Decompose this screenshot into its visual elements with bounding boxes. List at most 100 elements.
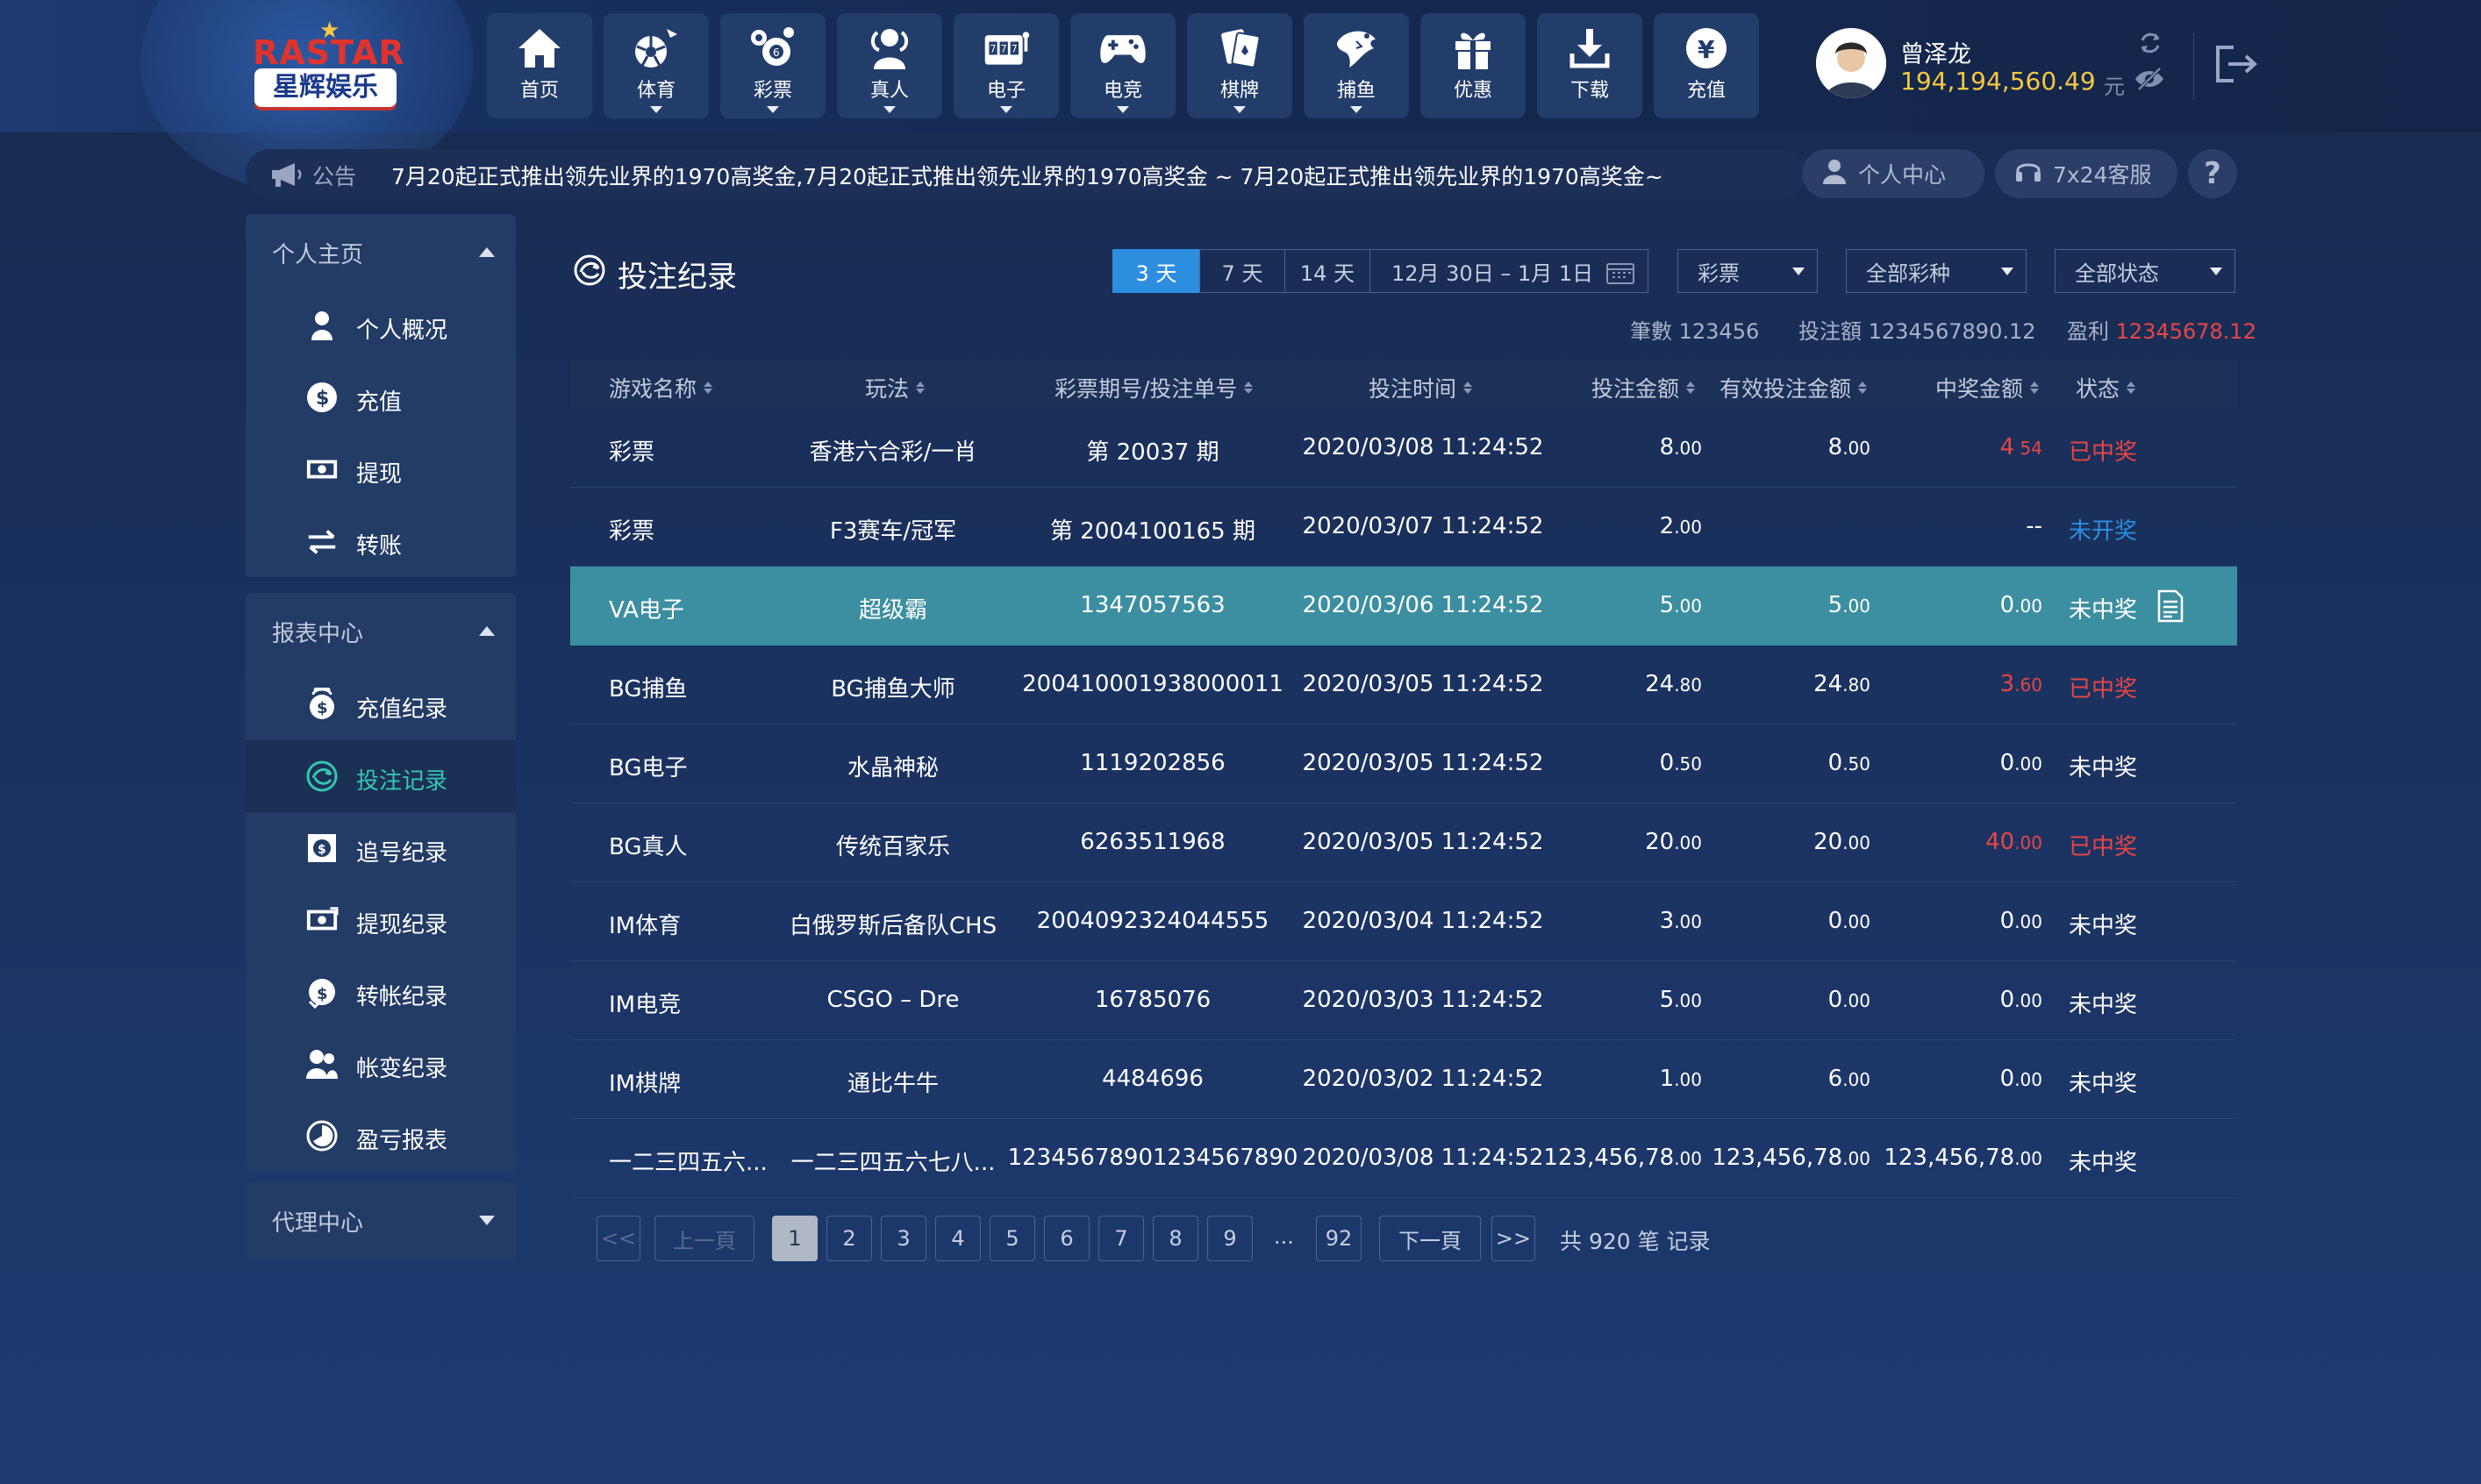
nav-item-download[interactable]: 下载 — [1537, 13, 1642, 118]
page-button-4[interactable]: 4 — [935, 1216, 981, 1261]
page-button-last[interactable]: 92 — [1316, 1216, 1362, 1261]
table-row[interactable]: BG捕鱼 BG捕鱼大师 200410001938000011 2020/03/05 1… — [570, 646, 2237, 724]
cell-valid-bet: 5.00 — [1828, 592, 1870, 618]
status-select[interactable]: 全部状态 — [2055, 249, 2235, 293]
column-header-game[interactable]: 游戏名称 — [609, 372, 713, 403]
sidebar-item-bet-records[interactable]: 投注记录 — [246, 740, 516, 812]
cell-bet-amount-integer: 0 — [1659, 750, 1675, 776]
nav-item-home[interactable]: 首页 — [487, 13, 592, 118]
chevron-down-icon — [1233, 106, 1246, 113]
cell-status: 已中奖 — [2069, 676, 2138, 703]
cell-bet-amount-integer: 8 — [1659, 434, 1675, 460]
page-button-3[interactable]: 3 — [881, 1216, 926, 1261]
support-button[interactable]: 7x24客服 — [1995, 149, 2177, 198]
nav-item-slots[interactable]: 777 电子 — [954, 13, 1059, 118]
table-row[interactable]: IM棋牌 通比牛牛 4484696 2020/03/02 11:24:52 1.00 6.… — [570, 1040, 2237, 1119]
document-icon[interactable] — [2156, 589, 2184, 626]
cell-valid-bet-decimal: .00 — [1842, 1069, 1870, 1090]
nav-item-promo[interactable]: 优惠 — [1420, 13, 1526, 118]
personal-center-button[interactable]: 个人中心 — [1802, 149, 1984, 198]
range-tab-7d[interactable]: 7 天 — [1199, 249, 1285, 293]
table-row[interactable]: 彩票 F3赛车/冠军 第 2004100165 期 2020/03/07 11:24:… — [570, 488, 2237, 567]
page-button-6[interactable]: 6 — [1044, 1216, 1090, 1261]
avatar[interactable] — [1816, 28, 1886, 98]
cell-valid-bet-decimal: .00 — [1842, 911, 1870, 932]
sidebar-section-header[interactable]: 代理中心 — [246, 1182, 516, 1258]
nav-item-recharge[interactable]: ¥ 充值 — [1654, 13, 1759, 118]
column-header-bet-amount[interactable]: 投注金额 — [1591, 372, 1696, 403]
nav-item-live[interactable]: 真人 — [837, 13, 942, 118]
table-row[interactable]: BG真人 传统百家乐 6263511968 2020/03/05 11:24:52 20… — [570, 803, 2237, 882]
table-row[interactable]: 彩票 香港六合彩/一肖 第 20037 期 2020/03/08 11:24:52 8.… — [570, 409, 2237, 488]
sidebar-item-profit-report[interactable]: 盈亏报表 — [246, 1100, 516, 1172]
page-button-7[interactable]: 7 — [1098, 1216, 1144, 1261]
sidebar-item-balance-change-records[interactable]: 帐变纪录 — [246, 1028, 516, 1100]
column-header-play[interactable]: 玩法 — [865, 372, 926, 403]
refresh-icon[interactable] — [2137, 30, 2163, 60]
page-button-1[interactable]: 1 — [772, 1216, 818, 1261]
table-row[interactable]: BG电子 水晶神秘 1119202856 2020/03/05 11:24:52 0.5… — [570, 724, 2237, 803]
lottery-select[interactable]: 全部彩种 — [1846, 249, 2027, 293]
cell-bet-amount-decimal: .00 — [1674, 596, 1702, 617]
cell-bet-amount-decimal: .00 — [1674, 911, 1702, 932]
gamepad-icon — [1098, 24, 1148, 73]
cell-valid-bet-decimal: .80 — [1842, 674, 1870, 696]
table-row[interactable]: IM电竞 CSGO – Dre 16785076 2020/03/03 11:24:5… — [570, 961, 2237, 1040]
column-header-win-amount[interactable]: 中奖金额 — [1935, 372, 2040, 403]
notice-text[interactable]: 7月20起正式推出领先业界的1970高奖金,7月20起正式推出领先业界的1970… — [391, 160, 1663, 191]
cash-icon — [305, 453, 339, 486]
range-tab-3d[interactable]: 3 天 — [1112, 249, 1200, 293]
nav-item-esports[interactable]: 电竞 — [1070, 13, 1176, 118]
cell-win-amount-integer: 0 — [1999, 908, 2015, 934]
column-header-label: 玩法 — [865, 376, 910, 402]
column-header-issue[interactable]: 彩票期号/投注单号 — [1055, 372, 1254, 403]
nav-item-sports[interactable]: 体育 — [604, 13, 709, 118]
help-button[interactable]: ? — [2188, 149, 2237, 198]
brand-logo[interactable]: ★ RASTAR 星辉娱乐 — [253, 18, 404, 107]
cell-bet-amount-integer: 3 — [1659, 908, 1675, 934]
sidebar-item-transfer-records[interactable]: $ 转帐纪录 — [246, 956, 516, 1028]
cell-win-amount: 0.00 — [2000, 750, 2042, 776]
next-page-button[interactable]: 下一頁 — [1379, 1216, 1481, 1261]
column-header-time[interactable]: 投注时间 — [1369, 372, 1473, 403]
cell-play-type: 水晶神秘 — [847, 755, 940, 781]
sidebar-item-withdraw-records[interactable]: 提现纪录 — [246, 884, 516, 956]
page-button-9[interactable]: 9 — [1207, 1216, 1253, 1261]
cell-status: 未开奖 — [2069, 518, 2138, 545]
slot-machine-icon: 777 — [982, 24, 1031, 73]
table-row[interactable]: 一二三四五六... 一二三四五六七八... 12345678901234567890… — [570, 1119, 2237, 1198]
sidebar-item-transfer[interactable]: 转账 — [246, 505, 516, 577]
sidebar-item-label: 转账 — [356, 533, 403, 560]
sidebar-section-header[interactable]: 个人主页 — [246, 214, 516, 289]
nav-item-lottery[interactable]: 6 彩票 — [720, 13, 826, 118]
first-page-button[interactable]: << — [597, 1216, 640, 1261]
date-range-picker[interactable]: 12月 30日 – 1月 1日 — [1369, 249, 1648, 293]
sidebar-item-overview[interactable]: 个人概况 — [246, 289, 516, 361]
range-tab-14d[interactable]: 14 天 — [1284, 249, 1370, 293]
sidebar-item-recharge[interactable]: $ 充值 — [246, 361, 516, 433]
column-header-label: 彩票期号/投注单号 — [1055, 376, 1238, 402]
logout-icon[interactable] — [2214, 44, 2258, 88]
hide-balance-icon[interactable] — [2134, 67, 2165, 95]
cell-play-type: 白俄罗斯后备队CHS — [789, 913, 997, 939]
sidebar-section-header[interactable]: 报表中心 — [246, 593, 516, 668]
nav-item-cards[interactable]: 棋牌 — [1187, 13, 1292, 118]
cell-bet-amount-integer: 20 — [1645, 829, 1675, 855]
column-header-status[interactable]: 状态 — [2076, 372, 2136, 403]
sidebar-item-chase-records[interactable]: $ 追号纪录 — [246, 812, 516, 884]
cell-valid-bet-integer: 0 — [1827, 908, 1843, 934]
sidebar-item-withdraw[interactable]: 提现 — [246, 433, 516, 505]
sidebar-item-recharge-records[interactable]: $ 充值纪录 — [246, 668, 516, 740]
table-row[interactable]: IM体育 白俄罗斯后备队CHS 2004092324044555 2020/03/04… — [570, 882, 2237, 961]
category-select[interactable]: 彩票 — [1677, 249, 1818, 293]
last-page-button[interactable]: >> — [1491, 1216, 1535, 1261]
prev-page-button[interactable]: 上一頁 — [654, 1216, 754, 1261]
svg-text:$: $ — [316, 388, 329, 410]
nav-item-fishing[interactable]: 捕鱼 — [1304, 13, 1409, 118]
svg-text:¥: ¥ — [1698, 35, 1715, 64]
page-button-2[interactable]: 2 — [826, 1216, 872, 1261]
page-button-5[interactable]: 5 — [990, 1216, 1035, 1261]
column-header-valid-bet[interactable]: 有效投注金额 — [1720, 372, 1868, 403]
table-row[interactable]: VA电子 超级霸 1347057563 2020/03/06 11:24:52 5.00… — [570, 567, 2237, 646]
page-button-8[interactable]: 8 — [1153, 1216, 1198, 1261]
